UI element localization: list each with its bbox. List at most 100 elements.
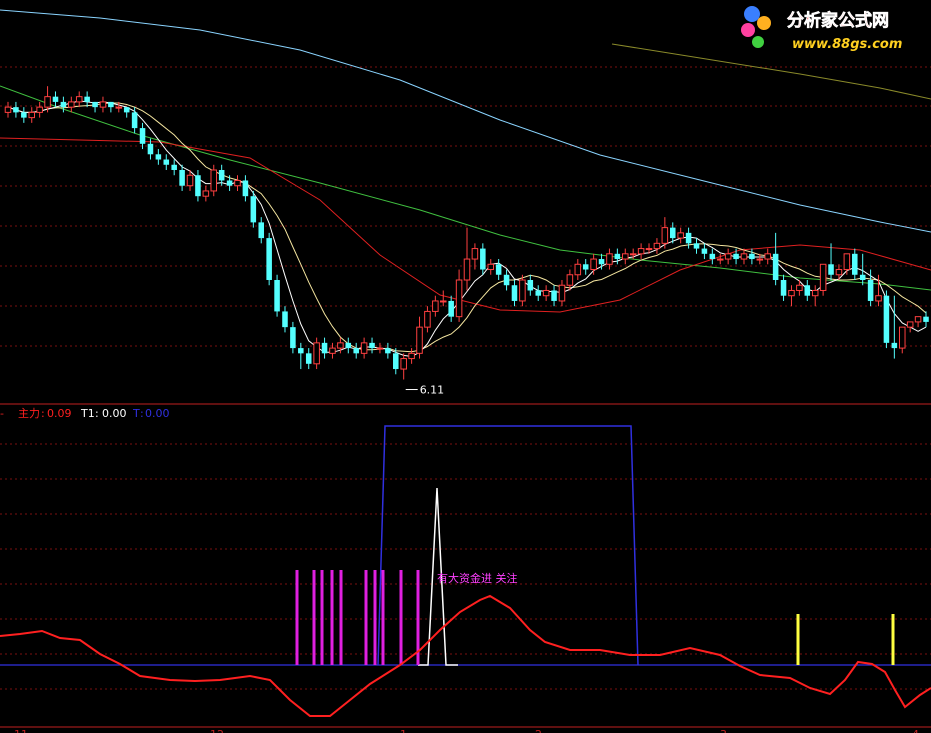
candle-body (566, 274, 574, 286)
candle-body (590, 258, 597, 271)
candle-body (495, 264, 502, 275)
candle-body (883, 295, 890, 343)
candle-body (716, 258, 724, 261)
candle-body (637, 248, 645, 255)
x-tick-label: 4 (912, 728, 919, 733)
candle-body (914, 316, 922, 323)
candle-body (179, 170, 185, 186)
legend-zhuli-label: 主力 (18, 407, 40, 420)
candle-body (13, 107, 19, 113)
candle-body (749, 253, 755, 260)
candle-body (60, 101, 67, 108)
candle-body (44, 96, 51, 108)
candle-body (669, 227, 676, 239)
candle-body (258, 222, 265, 239)
candle-body (898, 326, 906, 349)
candle-body (155, 154, 162, 160)
candle-body (369, 342, 375, 349)
x-tick-label: 2 (535, 728, 542, 733)
candle-body (891, 342, 898, 349)
candle-body (139, 128, 146, 144)
candle-body (376, 347, 384, 350)
candle-body (480, 248, 486, 270)
candle-body (84, 96, 90, 102)
candle-body (740, 253, 748, 260)
candle-body (843, 253, 851, 271)
candle-body (163, 159, 170, 165)
candle-body (416, 326, 423, 354)
candle-body (123, 107, 130, 113)
candle-body (195, 175, 201, 197)
candle-body (202, 190, 210, 197)
candle-body (606, 253, 613, 265)
candle-body (337, 342, 344, 349)
candle-body (282, 311, 288, 328)
candle-body (400, 358, 407, 370)
candle-body (629, 253, 637, 256)
candle-body (661, 227, 669, 244)
legend-t1-value: 0.00 (102, 407, 127, 420)
candle-body (701, 248, 708, 254)
legend-t-colon: : (140, 407, 144, 420)
candle-body (171, 164, 177, 170)
candle-body (360, 342, 368, 354)
candle-body (796, 284, 803, 291)
watermark-title: 分析家公式网 (787, 10, 889, 31)
candle-body (535, 290, 541, 296)
watermark-url: www.88gs.com (792, 37, 902, 52)
candle-body (598, 259, 605, 265)
candle-body (439, 300, 447, 303)
x-tick-label: 1 (400, 728, 407, 733)
candle-body (471, 248, 479, 260)
candle-body (28, 111, 36, 119)
candle-body (305, 353, 312, 364)
logo-ball-icon (741, 23, 755, 37)
candle-body (772, 253, 779, 280)
legend-t-label: T (132, 407, 140, 420)
candle-body (653, 242, 661, 250)
candle-body (250, 196, 257, 223)
candle-body (487, 263, 495, 271)
candle-body (835, 269, 843, 276)
candle-body (290, 327, 296, 349)
low-price-annotation: 6.11 (420, 384, 445, 397)
candle-body (685, 232, 692, 244)
candle-body (811, 289, 819, 297)
candle-body (828, 264, 834, 275)
candle-body (393, 353, 399, 370)
candle-body (234, 179, 241, 187)
candle-body (677, 232, 684, 239)
candle-body (298, 348, 304, 354)
x-tick-label: 11 (14, 728, 28, 733)
candle-body (867, 280, 874, 301)
candle-body (266, 238, 272, 280)
candle-body (542, 289, 550, 297)
candle-body (906, 321, 914, 328)
candle-body (186, 174, 194, 187)
candle-body (511, 285, 518, 301)
candle-body (21, 112, 27, 118)
candle-body (108, 101, 114, 108)
legend-t1-label: T1 (80, 407, 95, 420)
candle-body (733, 253, 739, 260)
candle-body (693, 243, 700, 249)
candle-body (527, 280, 534, 291)
candle-body (210, 169, 218, 192)
candle-body (804, 285, 811, 296)
signal-annotation: 有大资金进 关注 (437, 571, 518, 585)
legend-zhuli-colon: : (41, 407, 45, 420)
legend-marker: - (0, 407, 4, 420)
candle-body (242, 180, 249, 197)
candle-body (424, 310, 431, 328)
candle-body (645, 248, 653, 251)
candle-body (709, 253, 716, 260)
candle-body (859, 274, 866, 280)
candle-body (463, 258, 471, 281)
candle-body (788, 289, 795, 297)
candle-body (756, 258, 764, 261)
candle-body (115, 106, 123, 109)
candle-body (321, 342, 328, 354)
candle-body (923, 316, 929, 322)
candle-body (724, 253, 732, 260)
candle-body (92, 101, 98, 108)
